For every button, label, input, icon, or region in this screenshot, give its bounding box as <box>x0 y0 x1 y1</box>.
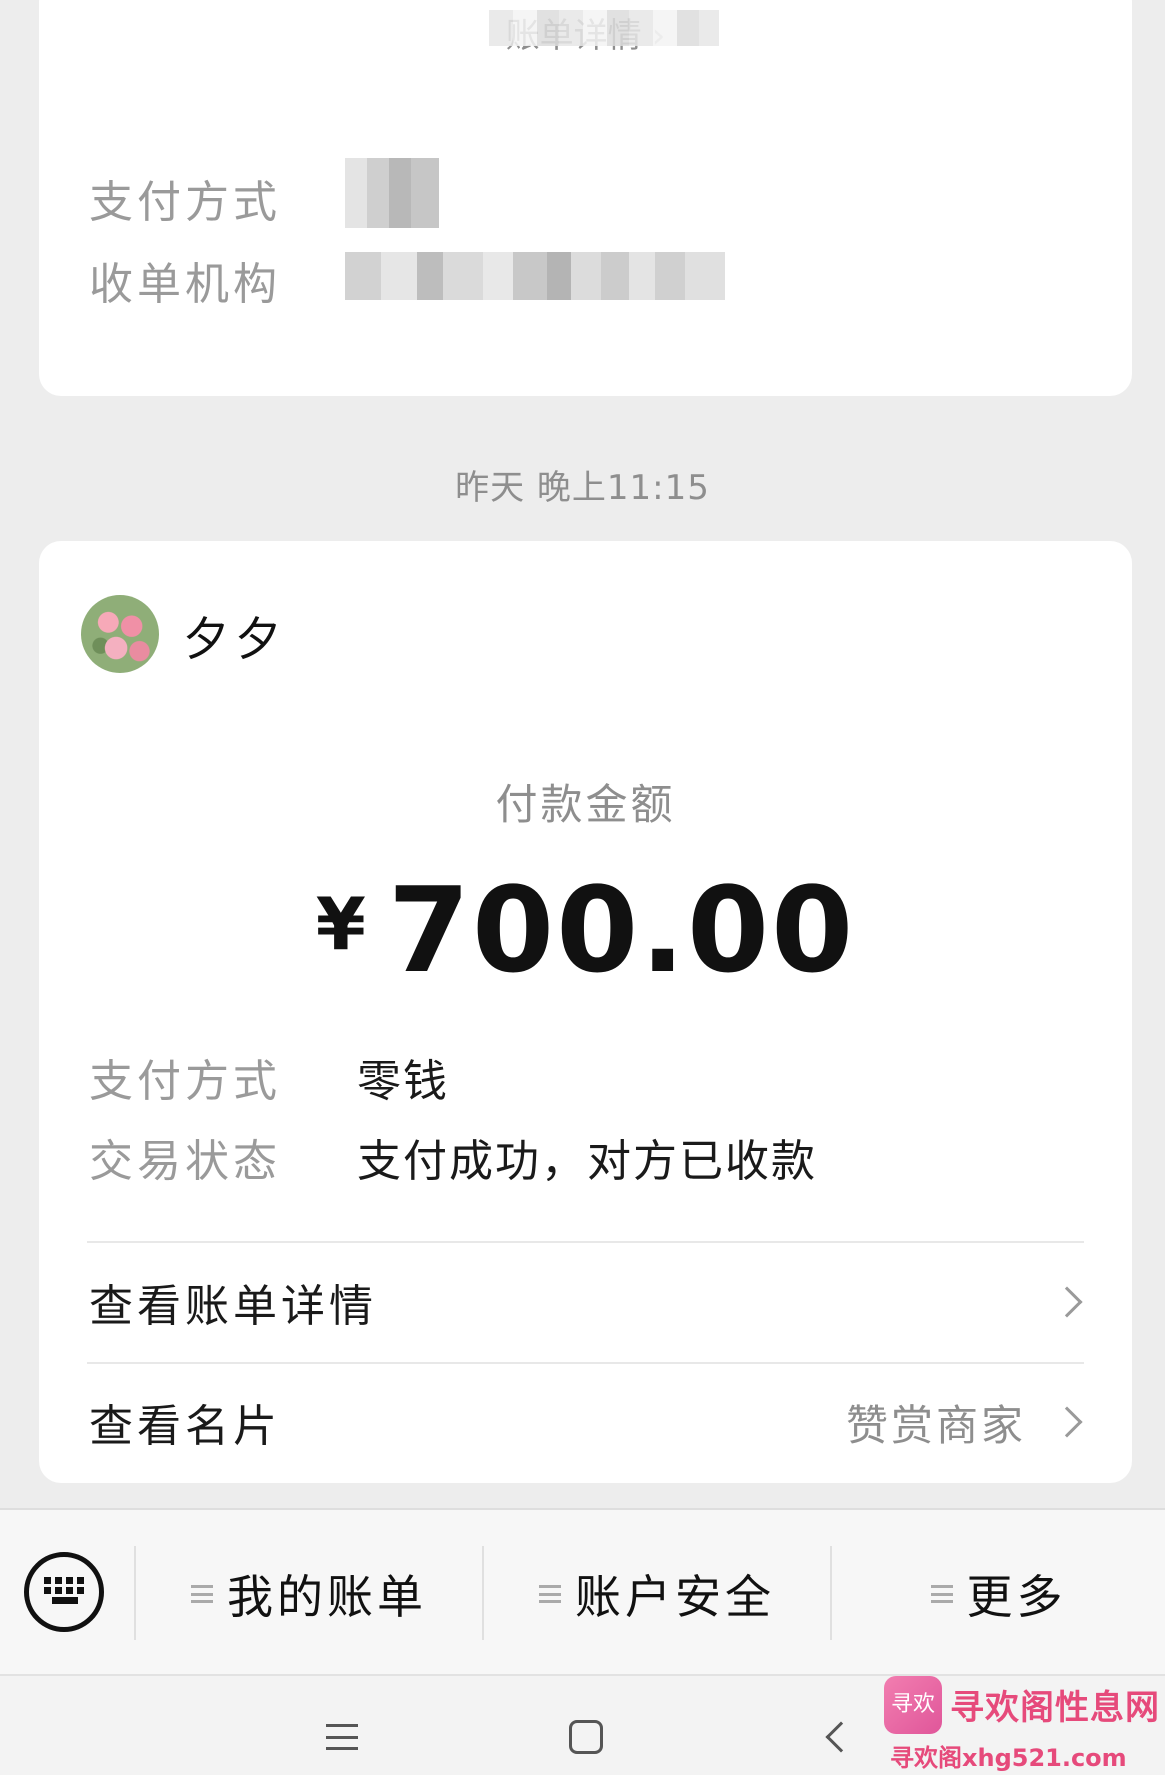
payee-name: 夕夕 <box>183 612 287 666</box>
redacted-acquirer <box>345 252 725 300</box>
menu-more[interactable]: 更多 <box>832 1552 1165 1636</box>
previous-payment-card: 账单详情› 支付方式 收单机构 <box>39 0 1132 396</box>
status-value: 支付成功，对方已收款 <box>357 1136 817 1187</box>
watermark-url: 寻欢阁xhg521.com <box>890 1744 1127 1772</box>
view-profile-label: 查看名片 <box>89 1401 281 1452</box>
amount-value: 700.00 <box>387 861 856 999</box>
view-profile-row[interactable]: 查看名片 赞赏商家 <box>89 1367 1088 1477</box>
payment-card: 夕夕 付款金额 ¥700.00 支付方式 零钱 交易状态 支付成功，对方已收款 … <box>39 541 1132 1483</box>
message-timestamp: 昨天 晚上11:15 <box>455 468 710 508</box>
menu-item-label: 更多 <box>966 1570 1067 1624</box>
keyboard-icon <box>44 1577 86 1605</box>
watermark-logo: 寻欢 <box>884 1676 942 1734</box>
payment-amount: ¥700.00 <box>39 861 1132 999</box>
divider <box>87 1241 1084 1243</box>
chevron-right-icon <box>1051 1406 1083 1438</box>
menu-icon <box>191 1585 213 1603</box>
back-icon[interactable] <box>825 1721 857 1753</box>
menu-icon <box>539 1585 561 1603</box>
view-bill-details-label: 查看账单详情 <box>89 1281 377 1332</box>
merchant-tag: 赞赏商家 <box>845 1400 1026 1450</box>
menu-item-label: 我的账单 <box>227 1570 427 1624</box>
menu-my-bills[interactable]: 我的账单 <box>136 1552 482 1636</box>
divider <box>87 1362 1084 1364</box>
watermark-title: 寻欢阁性息网 <box>950 1688 1160 1728</box>
menu-item-label: 账户安全 <box>575 1570 775 1624</box>
menu-icon <box>930 1585 953 1603</box>
amount-label: 付款金额 <box>495 780 676 829</box>
acquirer-label: 收单机构 <box>89 259 281 310</box>
redacted-overlay <box>489 10 719 46</box>
home-icon[interactable] <box>569 1720 603 1754</box>
bottom-menu-bar: 我的账单 账户安全 更多 <box>0 1508 1165 1676</box>
chevron-right-icon <box>1051 1286 1083 1318</box>
recent-apps-icon[interactable] <box>326 1724 358 1750</box>
status-label: 交易状态 <box>89 1136 281 1187</box>
watermark: 寻欢 寻欢阁性息网 寻欢阁xhg521.com <box>880 1672 1165 1775</box>
avatar[interactable] <box>81 595 159 673</box>
pay-method-label: 支付方式 <box>89 177 281 228</box>
redacted-pay-method <box>345 158 439 228</box>
currency-symbol: ¥ <box>315 882 366 966</box>
pay-method-value: 零钱 <box>357 1056 449 1107</box>
menu-account-security[interactable]: 账户安全 <box>484 1552 830 1636</box>
pay-method-label: 支付方式 <box>89 1056 281 1107</box>
keyboard-toggle-button[interactable] <box>24 1552 104 1632</box>
view-bill-details-row[interactable]: 查看账单详情 <box>89 1247 1088 1357</box>
